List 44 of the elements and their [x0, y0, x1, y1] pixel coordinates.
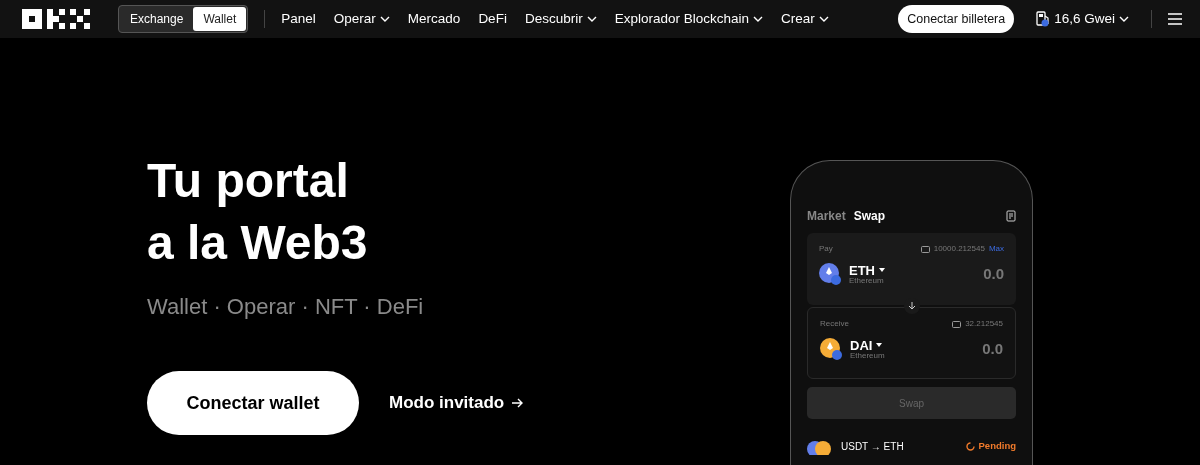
mode-tab[interactable]: Exchange — [120, 7, 194, 31]
caret-down-icon — [876, 343, 883, 348]
nav-link[interactable]: Operar — [333, 8, 390, 30]
app-tab[interactable]: Market — [807, 207, 846, 225]
network-label: Ethereum — [849, 276, 885, 285]
token-selector[interactable]: ETH — [849, 263, 885, 277]
token-selector[interactable]: DAI — [850, 338, 885, 352]
token-icon — [819, 263, 841, 286]
field-label: Pay — [819, 243, 833, 255]
balance-text: 10000.212545 — [933, 243, 985, 255]
chevron-down-icon — [1119, 16, 1129, 22]
logo-icon[interactable] — [22, 9, 92, 29]
arrow-right-icon — [512, 398, 525, 408]
wallet-icon — [920, 245, 930, 253]
nav-link[interactable]: Crear — [781, 8, 829, 30]
amount-value: 0.0 — [983, 264, 1004, 284]
max-link[interactable]: Max — [988, 243, 1004, 255]
guest-mode-link[interactable]: Modo invitado — [389, 390, 525, 416]
connect-wallet-button[interactable]: Conectar billetera — [898, 4, 1015, 34]
transaction-pair: USDT → ETH — [841, 440, 904, 454]
balance-text: 32.212545 — [965, 318, 1003, 330]
nav-link[interactable]: Descubrir — [524, 8, 597, 30]
connect-wallet-button[interactable]: Conectar wallet — [147, 371, 359, 435]
status-text: Pending — [965, 439, 1016, 454]
caret-down-icon — [879, 268, 885, 273]
document-icon[interactable] — [1006, 210, 1016, 222]
hero-title: Tu portal — [147, 153, 350, 209]
token-icon — [820, 338, 842, 361]
gas-pump-icon — [1036, 11, 1051, 27]
gas-price-button[interactable]: 16,6 Gwei — [1030, 7, 1135, 31]
nav-link[interactable]: Explorador Blockchain — [614, 8, 763, 30]
nav-link[interactable]: DeFi — [478, 8, 507, 30]
loading-icon — [965, 441, 975, 451]
amount-value: 0.0 — [982, 339, 1003, 359]
field-label: Receive — [820, 318, 849, 330]
nav-link[interactable]: Panel — [281, 8, 316, 30]
mode-tab[interactable]: Wallet — [193, 7, 247, 31]
network-label: Ethereum — [850, 351, 885, 360]
hero-tagline: Wallet · Operar · NFT · DeFi — [147, 293, 425, 321]
wallet-icon — [952, 320, 962, 328]
hero-title: a la Web3 — [147, 215, 369, 271]
menu-icon[interactable] — [1168, 13, 1182, 25]
app-tab[interactable]: Swap — [853, 207, 886, 225]
nav-link[interactable]: Mercado — [407, 8, 461, 30]
